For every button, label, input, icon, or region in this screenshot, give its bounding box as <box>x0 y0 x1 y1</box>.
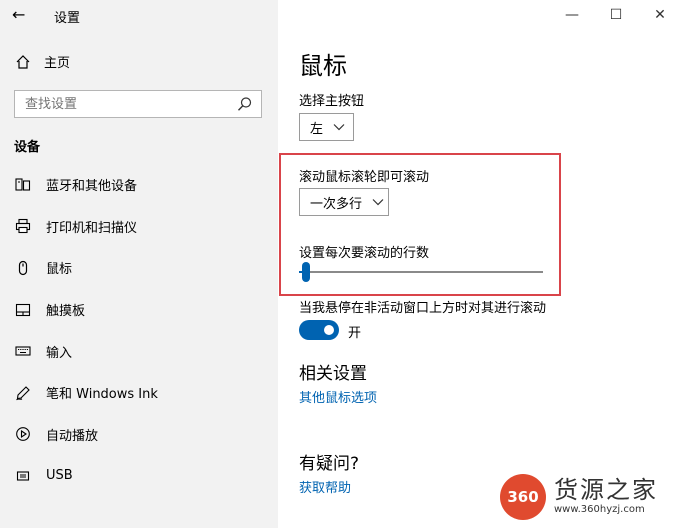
sidebar-nav: 蓝牙和其他设备 打印机和扫描仪 鼠标 触摸板 输入 笔和 Windows Ink… <box>0 164 278 497</box>
search-box[interactable] <box>14 90 262 118</box>
touchpad-icon <box>14 301 32 319</box>
search-input[interactable] <box>25 95 235 113</box>
sidebar-item-mouse[interactable]: 鼠标 <box>0 247 278 289</box>
usb-icon <box>14 467 32 485</box>
inactive-scroll-toggle[interactable] <box>299 320 339 340</box>
watermark-url: www.360hyzj.com <box>554 504 645 515</box>
home-label: 主页 <box>44 56 71 71</box>
sidebar-item-bluetooth[interactable]: 蓝牙和其他设备 <box>0 164 278 206</box>
sidebar-item-touchpad[interactable]: 触摸板 <box>0 289 278 331</box>
inactive-scroll-label: 当我悬停在非活动窗口上方时对其进行滚动 <box>299 301 547 316</box>
back-button[interactable]: ← <box>12 5 32 25</box>
other-mouse-options-link[interactable]: 其他鼠标选项 <box>299 387 377 406</box>
minimize-icon: — <box>565 7 579 23</box>
help-heading: 有疑问? <box>299 454 360 474</box>
primary-button-value: 左 <box>310 121 324 137</box>
sidebar-item-autoplay[interactable]: 自动播放 <box>0 414 278 456</box>
highlight-box <box>279 153 561 296</box>
sidebar-item-label: 蓝牙和其他设备 <box>46 179 138 195</box>
sidebar-item-label: USB <box>46 468 73 484</box>
mouse-icon <box>14 259 32 277</box>
sidebar-item-printers[interactable]: 打印机和扫描仪 <box>0 206 278 248</box>
related-settings-heading: 相关设置 <box>299 364 367 384</box>
sidebar-item-pen[interactable]: 笔和 Windows Ink <box>0 372 278 414</box>
sidebar-item-label: 鼠标 <box>46 262 73 278</box>
watermark-logo: 360 <box>500 474 546 520</box>
title-bar: ← 设置 <box>0 0 278 30</box>
printer-icon <box>14 217 32 235</box>
toggle-state-label: 开 <box>348 326 362 341</box>
sidebar: ← 设置 主页 设备 蓝牙和其他设备 打印机和扫描仪 <box>0 0 278 528</box>
sidebar-item-label: 笔和 Windows Ink <box>46 387 158 403</box>
back-arrow-icon: ← <box>12 5 26 24</box>
primary-button-label: 选择主按钮 <box>299 94 365 109</box>
bluetooth-devices-icon <box>14 176 32 194</box>
sidebar-item-label: 打印机和扫描仪 <box>46 220 138 236</box>
sidebar-item-label: 触摸板 <box>46 304 86 320</box>
keyboard-icon <box>14 342 32 360</box>
sidebar-item-label: 输入 <box>46 345 73 361</box>
watermark: 360 货源之家 www.360hyzj.com <box>496 466 682 528</box>
page-title: 鼠标 <box>299 52 347 80</box>
maximize-icon: ☐ <box>609 7 623 23</box>
search-icon[interactable] <box>237 96 253 112</box>
sidebar-item-typing[interactable]: 输入 <box>0 330 278 372</box>
get-help-link[interactable]: 获取帮助 <box>299 477 351 496</box>
autoplay-icon <box>14 425 32 443</box>
minimize-button[interactable]: — <box>550 0 594 30</box>
section-heading-devices: 设备 <box>14 140 41 155</box>
sidebar-item-label: 自动播放 <box>46 428 99 444</box>
primary-button-dropdown[interactable]: 左 <box>299 113 354 141</box>
home-nav-item[interactable]: 主页 <box>14 52 70 71</box>
pen-icon <box>14 384 32 402</box>
maximize-button[interactable]: ☐ <box>594 0 638 30</box>
home-icon <box>14 53 32 71</box>
app-title: 设置 <box>54 11 81 26</box>
chevron-down-icon <box>333 120 345 135</box>
close-icon: ✕ <box>654 7 666 23</box>
sidebar-item-usb[interactable]: USB <box>0 455 278 497</box>
watermark-name: 货源之家 <box>554 476 658 504</box>
window-controls: — ☐ ✕ <box>550 0 682 30</box>
close-button[interactable]: ✕ <box>638 0 682 30</box>
toggle-knob <box>324 325 334 335</box>
